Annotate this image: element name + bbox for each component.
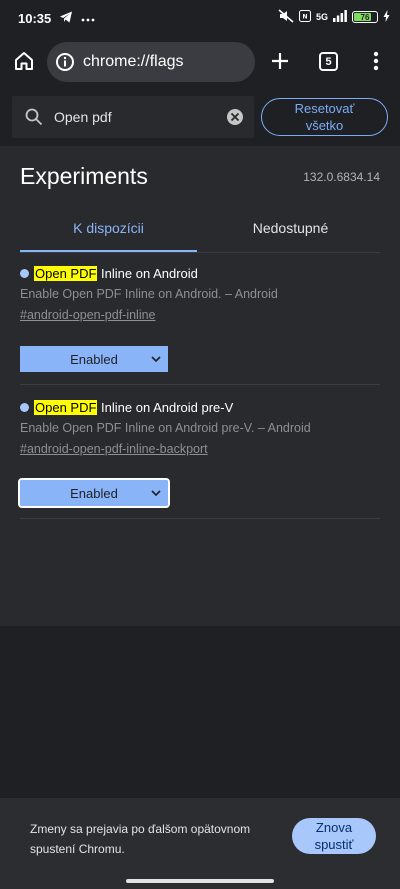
url-text[interactable]: chrome://flags [83, 53, 183, 71]
chevron-down-icon [150, 487, 162, 499]
flag-title: Open PDF Inline on Android pre-V [20, 398, 380, 416]
signal-icon [333, 10, 347, 24]
reset-label-line2: všetko [305, 118, 344, 133]
flag-title: Open PDF Inline on Android [20, 264, 380, 282]
flag-item: Open PDF Inline on Android pre-V Enable … [18, 398, 380, 508]
flag-description: Enable Open PDF Inline on Android pre-V.… [20, 421, 311, 435]
battery-level: 76 [360, 12, 370, 22]
flag-state-value: Enabled [70, 485, 118, 501]
flag-status-dot [20, 268, 29, 278]
search-icon [24, 107, 44, 127]
version-number: 132.0.6834.14 [303, 170, 380, 184]
more-dots-icon [81, 11, 95, 26]
flag-item: Open PDF Inline on Android Enable Open P… [20, 264, 380, 372]
flag-title-text: Inline on Android [97, 265, 198, 281]
flag-anchor-link[interactable]: #android-open-pdf-inline-backport [20, 442, 380, 458]
search-highlight: Open PDF [34, 399, 98, 415]
page-title: Experiments [20, 163, 148, 189]
more-vert-icon[interactable] [366, 48, 386, 74]
telegram-icon [59, 10, 73, 27]
flag-title-text: Inline on Android pre-V [97, 399, 234, 415]
nfc-icon: N [298, 10, 311, 24]
chevron-down-icon [150, 353, 162, 365]
flag-description: Enable Open PDF Inline on Android. – And… [20, 287, 278, 301]
svg-text:N: N [302, 14, 307, 21]
relaunch-button[interactable]: Znova spustiť [292, 818, 376, 854]
tab-divider [20, 252, 380, 253]
charging-icon [383, 10, 390, 24]
search-input[interactable] [54, 109, 214, 125]
flags-search-row: Resetovať všetko [0, 88, 400, 146]
browser-toolbar: chrome://flags 5 [0, 36, 400, 88]
empty-background [0, 626, 400, 798]
tab-switcher-button[interactable]: 5 [319, 52, 338, 71]
network-label: 5G [315, 12, 328, 22]
flag-state-value: Enabled [70, 351, 118, 367]
tab-available[interactable]: K dispozícii [20, 220, 197, 250]
reset-all-button[interactable]: Resetovať všetko [261, 98, 388, 136]
flag-status-dot [20, 402, 29, 412]
flag-anchor-link[interactable]: #android-open-pdf-inline [20, 308, 380, 324]
relaunch-label-line1: Znova [315, 820, 353, 835]
search-box[interactable] [12, 96, 254, 138]
home-icon[interactable] [12, 49, 36, 73]
status-time: 10:35 [18, 11, 52, 26]
restart-notice-bar: Zmeny sa prejavia po ďalšom opätovnom sp… [0, 798, 400, 870]
flag-state-select[interactable]: Enabled [20, 346, 168, 372]
tab-unavailable[interactable]: Nedostupné [202, 220, 379, 250]
home-indicator[interactable] [126, 879, 274, 883]
mute-icon [278, 9, 294, 25]
relaunch-label-line2: spustiť [314, 837, 354, 852]
flag-state-select[interactable]: Enabled [18, 478, 170, 508]
reset-label-line1: Resetovať [294, 101, 355, 116]
status-bar: 10:35 N 5G 76 [0, 0, 400, 36]
info-icon[interactable] [55, 52, 75, 72]
plus-icon[interactable] [268, 49, 292, 73]
flag-divider [20, 518, 380, 519]
clear-icon[interactable] [226, 108, 244, 126]
restart-message: Zmeny sa prejavia po ďalšom opätovnom sp… [30, 822, 251, 856]
battery-icon: 76 [352, 11, 378, 23]
system-nav-area [0, 870, 400, 889]
flag-divider [20, 384, 380, 385]
omnibox[interactable]: chrome://flags [47, 42, 255, 82]
search-highlight: Open PDF [34, 265, 98, 281]
experiments-panel: Experiments 132.0.6834.14 K dispozícii N… [0, 146, 400, 626]
